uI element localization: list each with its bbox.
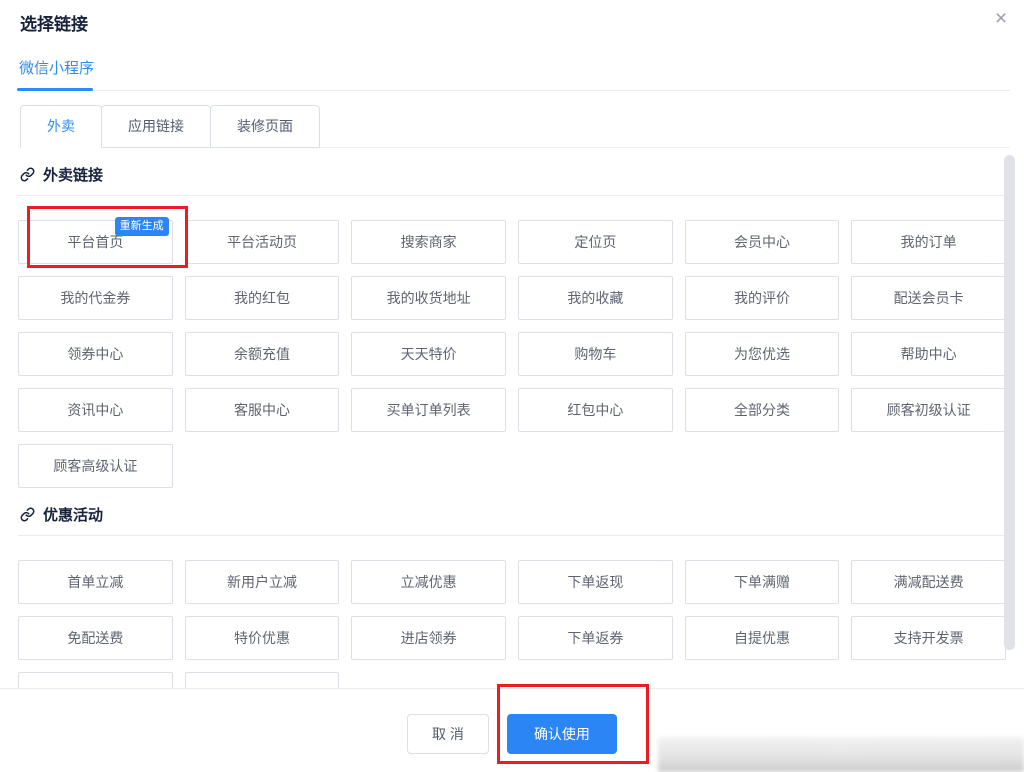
link-option-button[interactable]: 新用户立减	[184, 560, 340, 604]
link-option-button[interactable]: 全部分类	[684, 388, 840, 432]
link-option-button[interactable]: 顾客高级认证	[18, 444, 173, 488]
link-option-button[interactable]: 平台首页 重新生成	[18, 217, 173, 264]
link-option-button[interactable]: 会员中心	[684, 220, 840, 264]
section-header: 外卖链接	[18, 148, 1006, 196]
link-option-button[interactable]: 我的红包	[184, 276, 340, 320]
link-option-button[interactable]: 为您优选	[684, 332, 840, 376]
link-option-button[interactable]: 搜索商家	[351, 220, 506, 264]
link-option-button[interactable]: 余额充值	[184, 332, 340, 376]
regenerate-badge[interactable]: 重新生成	[114, 217, 169, 236]
sub-tabs: 外卖 应用链接 装修页面	[20, 105, 320, 148]
link-option-button[interactable]: 我的订单	[851, 220, 1006, 264]
link-option-button[interactable]: 定位页	[518, 220, 673, 264]
link-option-button[interactable]: 特价优惠	[184, 616, 340, 660]
link-button-grid: 平台首页 重新生成 平台活动页 搜索商家 定位页 会员中心 我的订单 我的代金券 我的红包 我的收…	[18, 196, 1006, 488]
link-option-button[interactable]: 顾客初级认证	[851, 388, 1006, 432]
link-section: 外卖链接平台首页 重新生成 平台活动页 搜索商家 定位页 会员中心 我的订单我的代金券 我的红…	[18, 148, 1006, 488]
link-option-button[interactable]: 资讯中心	[18, 388, 173, 432]
section-header: 优惠活动	[18, 488, 1006, 536]
tab-decoration-page[interactable]: 装修页面	[210, 105, 320, 148]
link-option-button[interactable]: 红包中心	[518, 388, 673, 432]
link-option-button[interactable]: 领券中心	[18, 332, 173, 376]
link-option-button[interactable]: 购物车	[518, 332, 673, 376]
vertical-scrollbar-thumb[interactable]	[1004, 155, 1015, 650]
link-option-button[interactable]: 我的收货地址	[351, 276, 506, 320]
link-option-button[interactable]: 支持开发票	[851, 616, 1006, 660]
link-icon	[20, 507, 35, 522]
link-option-button[interactable]: 客服中心	[184, 388, 340, 432]
section-title: 优惠活动	[43, 507, 104, 524]
link-option-button[interactable]: 下单满赠	[684, 560, 840, 604]
tab-app-link[interactable]: 应用链接	[101, 105, 211, 148]
link-option-button[interactable]: 平台活动页	[184, 220, 340, 264]
link-option-button[interactable]: 免配送费	[18, 616, 173, 660]
tab-wechat-miniprogram[interactable]: 微信小程序	[17, 57, 96, 90]
blurred-watermark	[658, 737, 1024, 772]
link-sections-container: 外卖链接平台首页 重新生成 平台活动页 搜索商家 定位页 会员中心 我的订单我的代金券 我的红…	[0, 148, 1024, 716]
link-option-button[interactable]: 我的收藏	[518, 276, 673, 320]
cancel-button[interactable]: 取 消	[407, 714, 489, 754]
confirm-use-button[interactable]: 确认使用	[506, 714, 617, 754]
dialog-title: 选择链接	[20, 15, 88, 34]
link-section: 优惠活动首单立减 新用户立减 立减优惠 下单返现 下单满赠 满减配送费免配送费 特价优惠 进店…	[18, 488, 1006, 716]
active-tab-underline	[17, 88, 93, 91]
link-option-button[interactable]: 自提优惠	[684, 616, 840, 660]
link-option-button[interactable]: 首单立减	[18, 560, 173, 604]
link-option-button[interactable]: 帮助中心	[851, 332, 1006, 376]
dialog-header: 选择链接	[0, 0, 1024, 35]
close-icon[interactable]: ×	[988, 6, 1014, 32]
link-option-button[interactable]: 我的评价	[684, 276, 840, 320]
link-option-button[interactable]: 买单订单列表	[351, 388, 506, 432]
link-option-button[interactable]: 天天特价	[351, 332, 506, 376]
link-icon	[20, 167, 35, 182]
primary-tab-bar: 微信小程序	[17, 57, 1010, 91]
link-option-button[interactable]: 满减配送费	[851, 560, 1006, 604]
link-option-button[interactable]: 下单返券	[518, 616, 673, 660]
link-option-button[interactable]: 我的代金券	[18, 276, 173, 320]
tab-takeout[interactable]: 外卖	[20, 105, 102, 148]
link-option-button[interactable]: 立减优惠	[351, 560, 506, 604]
section-title: 外卖链接	[43, 167, 104, 184]
link-option-button[interactable]: 进店领券	[351, 616, 506, 660]
sub-tab-bar: 外卖 应用链接 装修页面	[20, 105, 1010, 148]
link-option-button[interactable]: 下单返现	[518, 560, 673, 604]
link-option-button[interactable]: 配送会员卡	[851, 276, 1006, 320]
